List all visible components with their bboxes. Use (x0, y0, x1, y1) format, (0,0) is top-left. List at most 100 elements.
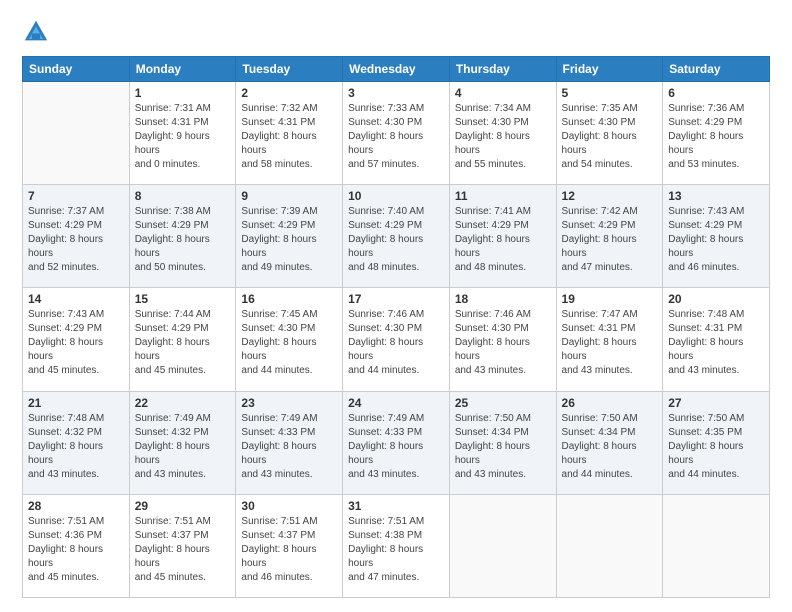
day-number: 13 (668, 189, 764, 203)
day-info: Sunrise: 7:37 AMSunset: 4:29 PMDaylight:… (28, 205, 124, 275)
calendar-cell: 13 Sunrise: 7:43 AMSunset: 4:29 PMDayligh… (663, 185, 770, 288)
day-number: 23 (241, 396, 337, 410)
day-info: Sunrise: 7:42 AMSunset: 4:29 PMDaylight:… (562, 205, 658, 275)
calendar-cell: 18 Sunrise: 7:46 AMSunset: 4:30 PMDayligh… (449, 288, 556, 391)
day-number: 4 (455, 86, 551, 100)
calendar-week-row: 7 Sunrise: 7:37 AMSunset: 4:29 PMDaylight… (23, 185, 770, 288)
calendar-cell (556, 494, 663, 597)
day-number: 1 (135, 86, 231, 100)
calendar-cell: 2 Sunrise: 7:32 AMSunset: 4:31 PMDaylight… (236, 82, 343, 185)
day-info: Sunrise: 7:49 AMSunset: 4:33 PMDaylight:… (241, 412, 337, 482)
calendar-cell: 8 Sunrise: 7:38 AMSunset: 4:29 PMDaylight… (129, 185, 236, 288)
calendar-cell: 24 Sunrise: 7:49 AMSunset: 4:33 PMDayligh… (343, 391, 450, 494)
weekday-header-tuesday: Tuesday (236, 57, 343, 82)
logo-icon (22, 18, 50, 46)
day-info: Sunrise: 7:34 AMSunset: 4:30 PMDaylight:… (455, 102, 551, 172)
logo (22, 18, 54, 46)
weekday-header-thursday: Thursday (449, 57, 556, 82)
day-number: 16 (241, 292, 337, 306)
calendar-cell: 28Sunrise: 7:51 AMSunset: 4:36 PMDayligh… (23, 494, 130, 597)
day-info: Sunrise: 7:43 AMSunset: 4:29 PMDaylight:… (28, 308, 124, 378)
day-number: 24 (348, 396, 444, 410)
calendar-cell: 30 Sunrise: 7:51 AMSunset: 4:37 PMDayligh… (236, 494, 343, 597)
calendar-week-row: 14 Sunrise: 7:43 AMSunset: 4:29 PMDayligh… (23, 288, 770, 391)
day-info: Sunrise: 7:33 AMSunset: 4:30 PMDaylight:… (348, 102, 444, 172)
calendar-cell: 20 Sunrise: 7:48 AMSunset: 4:31 PMDayligh… (663, 288, 770, 391)
day-number: 5 (562, 86, 658, 100)
day-number: 11 (455, 189, 551, 203)
day-number: 3 (348, 86, 444, 100)
calendar-cell: 16Sunrise: 7:45 AMSunset: 4:30 PMDayligh… (236, 288, 343, 391)
day-number: 9 (241, 189, 337, 203)
calendar-cell: 23 Sunrise: 7:49 AMSunset: 4:33 PMDayligh… (236, 391, 343, 494)
day-info: Sunrise: 7:35 AMSunset: 4:30 PMDaylight:… (562, 102, 658, 172)
calendar-week-row: 21 Sunrise: 7:48 AMSunset: 4:32 PMDayligh… (23, 391, 770, 494)
calendar-cell: 12 Sunrise: 7:42 AMSunset: 4:29 PMDayligh… (556, 185, 663, 288)
day-number: 8 (135, 189, 231, 203)
day-info: Sunrise: 7:41 AMSunset: 4:29 PMDaylight:… (455, 205, 551, 275)
calendar-cell: 15Sunrise: 7:44 AMSunset: 4:29 PMDayligh… (129, 288, 236, 391)
calendar-cell: 31 Sunrise: 7:51 AMSunset: 4:38 PMDayligh… (343, 494, 450, 597)
day-number: 7 (28, 189, 124, 203)
calendar-cell: 3 Sunrise: 7:33 AMSunset: 4:30 PMDaylight… (343, 82, 450, 185)
day-info: Sunrise: 7:48 AMSunset: 4:32 PMDaylight:… (28, 412, 124, 482)
calendar-cell: 7 Sunrise: 7:37 AMSunset: 4:29 PMDaylight… (23, 185, 130, 288)
weekday-header-row: SundayMondayTuesdayWednesdayThursdayFrid… (23, 57, 770, 82)
calendar-cell: 19 Sunrise: 7:47 AMSunset: 4:31 PMDayligh… (556, 288, 663, 391)
day-info: Sunrise: 7:43 AMSunset: 4:29 PMDaylight:… (668, 205, 764, 275)
calendar-cell: 9Sunrise: 7:39 AMSunset: 4:29 PMDaylight… (236, 185, 343, 288)
day-info: Sunrise: 7:47 AMSunset: 4:31 PMDaylight:… (562, 308, 658, 378)
day-number: 26 (562, 396, 658, 410)
calendar-cell: 22 Sunrise: 7:49 AMSunset: 4:32 PMDayligh… (129, 391, 236, 494)
day-number: 29 (135, 499, 231, 513)
weekday-header-saturday: Saturday (663, 57, 770, 82)
day-number: 20 (668, 292, 764, 306)
calendar-cell: 11 Sunrise: 7:41 AMSunset: 4:29 PMDayligh… (449, 185, 556, 288)
day-number: 6 (668, 86, 764, 100)
calendar-cell: 1 Sunrise: 7:31 AMSunset: 4:31 PMDaylight… (129, 82, 236, 185)
day-info: Sunrise: 7:51 AMSunset: 4:38 PMDaylight:… (348, 515, 444, 585)
calendar-cell: 6 Sunrise: 7:36 AMSunset: 4:29 PMDaylight… (663, 82, 770, 185)
day-number: 14 (28, 292, 124, 306)
calendar-cell: 4 Sunrise: 7:34 AMSunset: 4:30 PMDaylight… (449, 82, 556, 185)
calendar-cell: 29 Sunrise: 7:51 AMSunset: 4:37 PMDayligh… (129, 494, 236, 597)
day-number: 30 (241, 499, 337, 513)
day-number: 31 (348, 499, 444, 513)
header (22, 18, 770, 46)
calendar-week-row: 1 Sunrise: 7:31 AMSunset: 4:31 PMDaylight… (23, 82, 770, 185)
day-info: Sunrise: 7:31 AMSunset: 4:31 PMDaylight:… (135, 102, 231, 172)
day-number: 15 (135, 292, 231, 306)
day-info: Sunrise: 7:36 AMSunset: 4:29 PMDaylight:… (668, 102, 764, 172)
calendar-cell: 10Sunrise: 7:40 AMSunset: 4:29 PMDayligh… (343, 185, 450, 288)
day-info: Sunrise: 7:32 AMSunset: 4:31 PMDaylight:… (241, 102, 337, 172)
day-info: Sunrise: 7:51 AMSunset: 4:37 PMDaylight:… (135, 515, 231, 585)
day-number: 19 (562, 292, 658, 306)
calendar-cell: 17 Sunrise: 7:46 AMSunset: 4:30 PMDayligh… (343, 288, 450, 391)
weekday-header-friday: Friday (556, 57, 663, 82)
day-info: Sunrise: 7:38 AMSunset: 4:29 PMDaylight:… (135, 205, 231, 275)
calendar-cell: 25Sunrise: 7:50 AMSunset: 4:34 PMDayligh… (449, 391, 556, 494)
day-number: 27 (668, 396, 764, 410)
day-info: Sunrise: 7:46 AMSunset: 4:30 PMDaylight:… (348, 308, 444, 378)
calendar-cell: 5 Sunrise: 7:35 AMSunset: 4:30 PMDaylight… (556, 82, 663, 185)
weekday-header-sunday: Sunday (23, 57, 130, 82)
day-info: Sunrise: 7:40 AMSunset: 4:29 PMDaylight:… (348, 205, 444, 275)
day-info: Sunrise: 7:49 AMSunset: 4:32 PMDaylight:… (135, 412, 231, 482)
day-number: 17 (348, 292, 444, 306)
calendar-cell (663, 494, 770, 597)
day-number: 21 (28, 396, 124, 410)
calendar-cell (23, 82, 130, 185)
day-info: Sunrise: 7:46 AMSunset: 4:30 PMDaylight:… (455, 308, 551, 378)
weekday-header-wednesday: Wednesday (343, 57, 450, 82)
calendar-table: SundayMondayTuesdayWednesdayThursdayFrid… (22, 56, 770, 598)
day-info: Sunrise: 7:48 AMSunset: 4:31 PMDaylight:… (668, 308, 764, 378)
calendar-cell: 26Sunrise: 7:50 AMSunset: 4:34 PMDayligh… (556, 391, 663, 494)
day-number: 28 (28, 499, 124, 513)
day-number: 18 (455, 292, 551, 306)
day-number: 2 (241, 86, 337, 100)
day-number: 22 (135, 396, 231, 410)
calendar-cell (449, 494, 556, 597)
day-info: Sunrise: 7:51 AMSunset: 4:37 PMDaylight:… (241, 515, 337, 585)
day-info: Sunrise: 7:49 AMSunset: 4:33 PMDaylight:… (348, 412, 444, 482)
day-number: 12 (562, 189, 658, 203)
